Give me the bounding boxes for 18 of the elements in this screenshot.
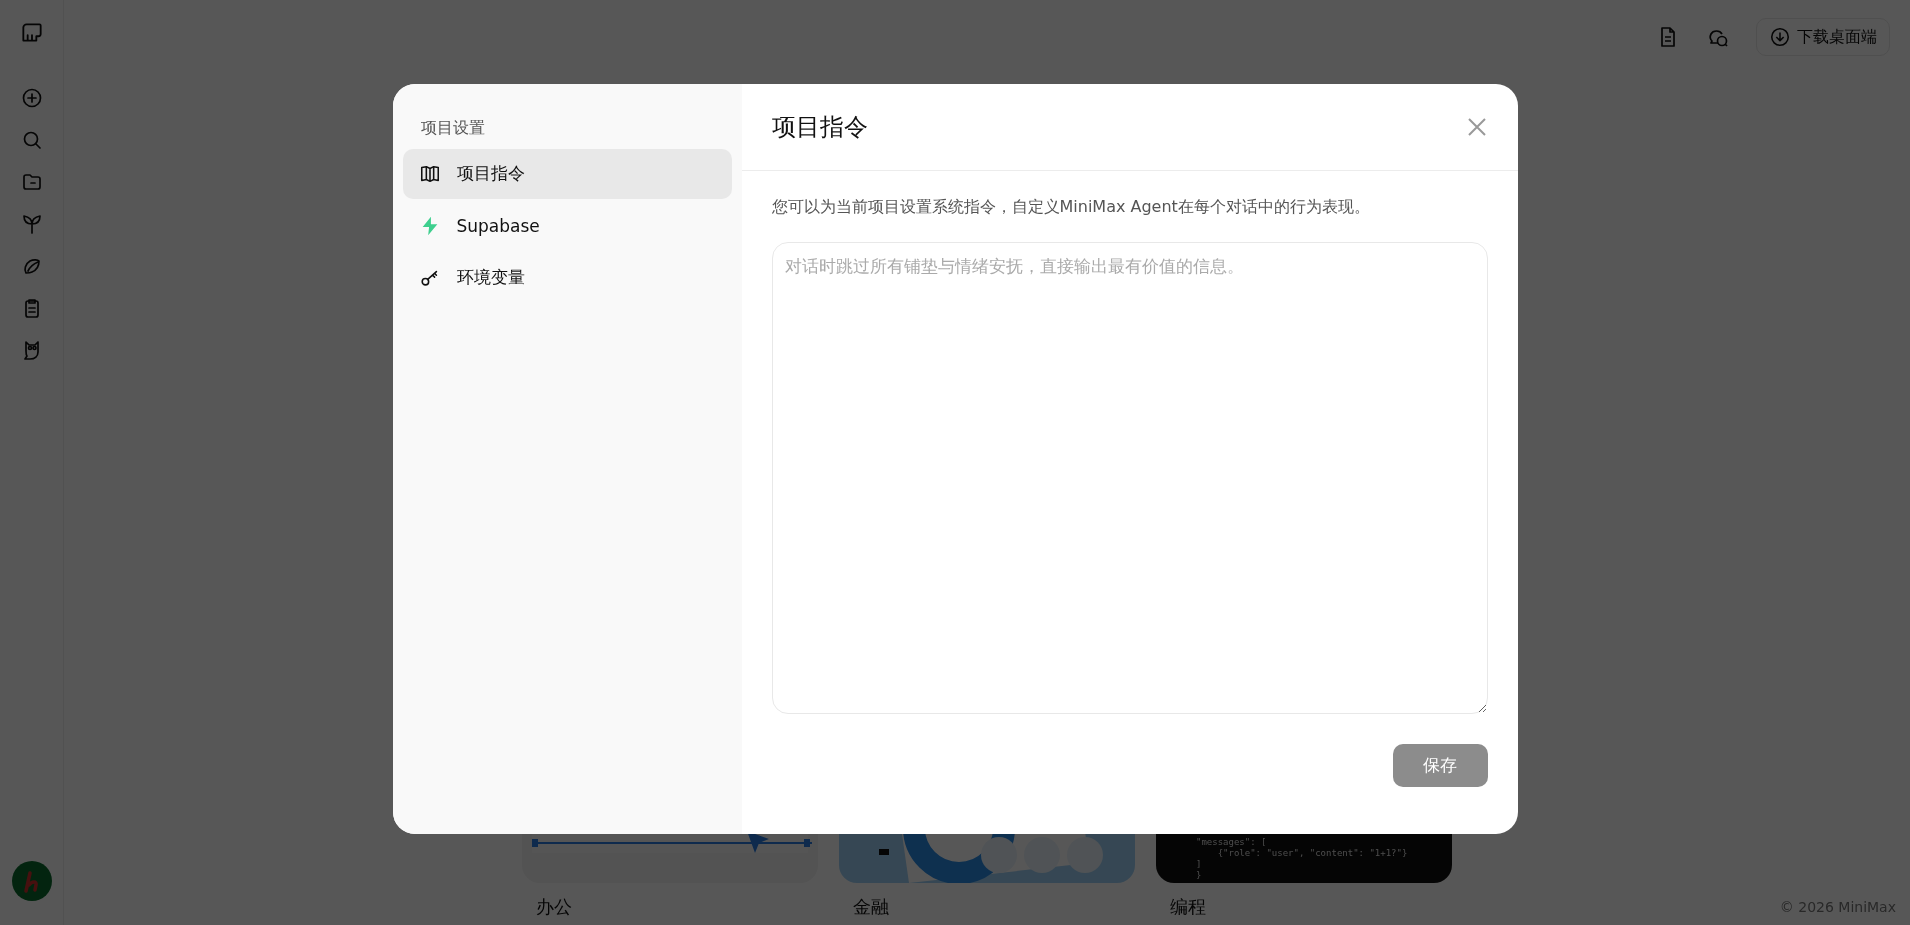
card-label[interactable]: 编程 <box>1156 883 1452 919</box>
code-line: } <box>1196 870 1203 881</box>
download-button[interactable]: 下载桌面端 <box>1756 18 1890 56</box>
nav-item[interactable]: Supabase <box>402 200 732 251</box>
sidebar-title: 项目设置 <box>419 117 486 139</box>
description: 您可以为当前项目设置系统指令，自定义MiniMax Agent在每个对话中的行为表现。 <box>770 195 1371 218</box>
code-line: ] <box>1196 859 1203 870</box>
card-label[interactable]: 办公 <box>522 883 818 919</box>
card-label[interactable]: 金融 <box>839 883 1135 919</box>
code-line: "messages": [ <box>1196 837 1268 848</box>
download-icon <box>1769 26 1791 48</box>
nav-item[interactable]: 项目指令 <box>402 148 732 199</box>
close-icon[interactable] <box>1465 115 1488 138</box>
avatar-icon[interactable] <box>11 861 52 901</box>
instructions-field[interactable]: 对话时跳过所有铺垫与情绪安抚，直接输出最有价值的信息。 <box>771 241 1488 714</box>
dialog-title: 项目指令 <box>771 111 868 143</box>
save-button[interactable]: 保存 <box>1392 743 1488 787</box>
nav-item[interactable]: 环境变量 <box>402 252 732 303</box>
